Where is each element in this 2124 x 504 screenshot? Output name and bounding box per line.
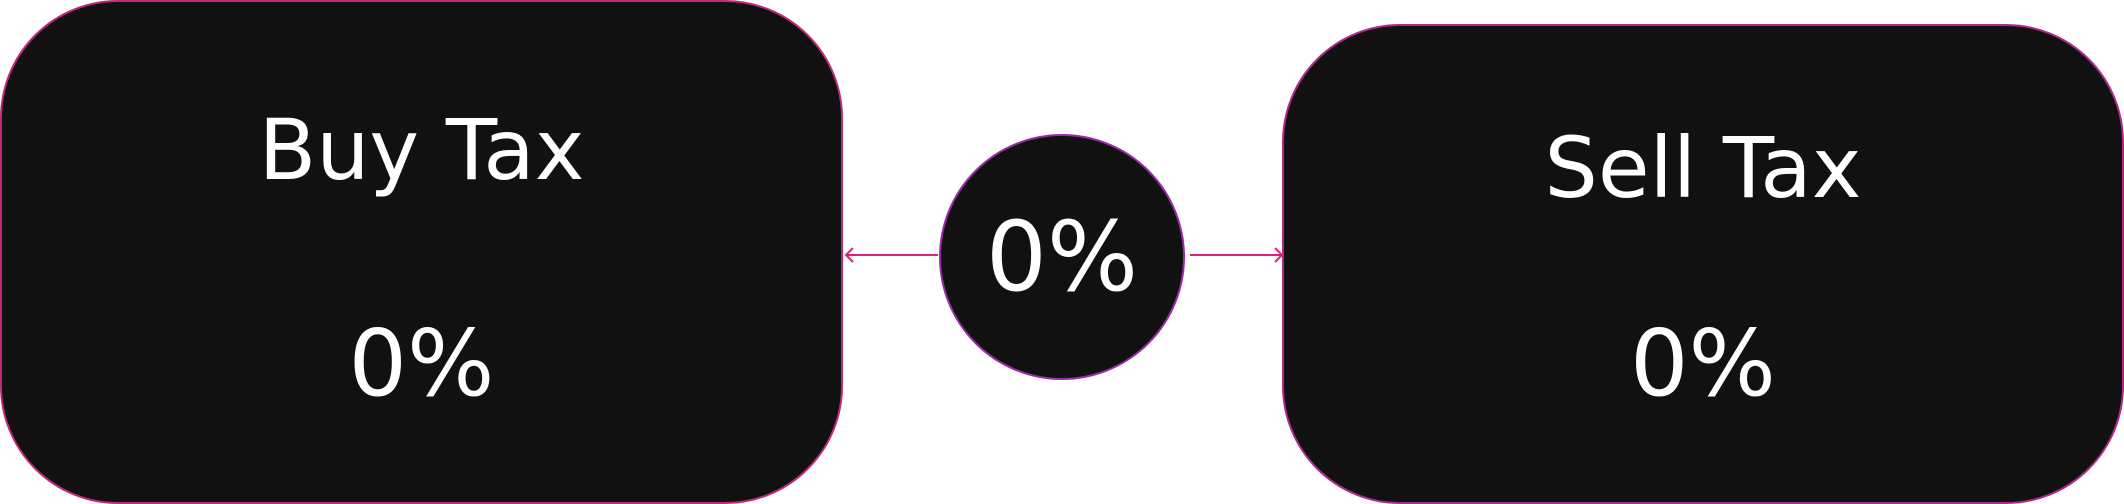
center-tax-circle: 0% <box>939 134 1185 380</box>
arrow-to-sell-head <box>1274 247 1284 263</box>
arrow-to-buy-head <box>844 247 854 263</box>
buy-tax-panel: Buy Tax 0% <box>0 0 843 504</box>
buy-tax-value: 0% <box>348 310 495 417</box>
sell-tax-panel: Sell Tax 0% <box>1282 24 2124 504</box>
buy-tax-title: Buy Tax <box>258 101 585 199</box>
center-tax-value: 0% <box>985 201 1139 313</box>
sell-tax-title: Sell Tax <box>1544 119 1862 217</box>
sell-tax-value: 0% <box>1630 310 1776 417</box>
